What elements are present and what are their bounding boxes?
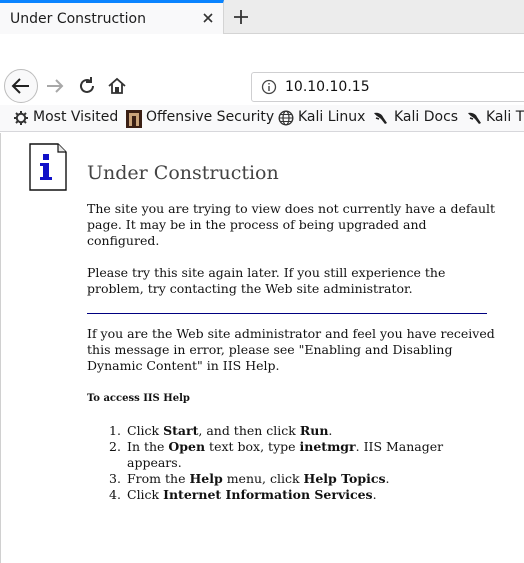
forward-button[interactable]: [44, 75, 66, 97]
step-text: From the: [127, 471, 190, 486]
back-button[interactable]: [4, 69, 38, 103]
kali-dragon-icon: [374, 112, 387, 124]
bookmark-label: Kali Docs: [394, 109, 459, 125]
step-number: 3.: [109, 471, 121, 486]
retry-paragraph: Please try this site again later. If you…: [87, 265, 446, 296]
list-item: 4. Click Internet Information Services.: [87, 487, 497, 503]
list-item: 3. From the Help menu, click Help Topics…: [87, 471, 497, 487]
reload-icon[interactable]: [76, 75, 98, 97]
step-emphasis: inetmgr: [299, 439, 356, 454]
admin-paragraph: If you are the Web site administrator an…: [87, 326, 495, 373]
step-text: Click: [127, 423, 164, 438]
intro-paragraph: The site you are trying to view does not…: [87, 201, 496, 248]
step-text: .: [328, 423, 333, 438]
offsec-icon: [126, 110, 142, 128]
info-icon[interactable]: [261, 79, 277, 95]
step-emphasis: Run: [299, 423, 329, 438]
url-text[interactable]: 10.10.10.15: [285, 79, 370, 95]
url-bar[interactable]: 10.10.10.15: [251, 72, 524, 102]
bookmarks-toolbar: Most Visited Offensive Security Kali Lin…: [0, 105, 524, 132]
page-viewport: Under Construction The site you are tryi…: [0, 133, 524, 563]
step-emphasis: Open: [168, 439, 206, 454]
step-number: 4.: [109, 487, 121, 502]
list-item: 2. In the Open text box, type inetmgr. I…: [87, 439, 497, 471]
bookmark-label: Most Visited: [33, 109, 119, 125]
step-number: 1.: [109, 423, 121, 438]
bookmark-label: Kali Linux: [298, 109, 366, 125]
step-text: .: [385, 471, 390, 486]
step-text: text box, type: [205, 439, 300, 454]
bookmark-label: Kali T: [486, 109, 524, 125]
home-icon[interactable]: [106, 75, 128, 97]
step-emphasis: Start: [163, 423, 199, 438]
step-text: , and then click: [198, 423, 300, 438]
gear-icon: [14, 111, 28, 125]
step-emphasis: Help: [189, 471, 223, 486]
step-text: In the: [127, 439, 169, 454]
list-item: 1. Click Start, and then click Run.: [87, 423, 497, 439]
step-text: Click: [127, 487, 164, 502]
page-title: Under Construction: [87, 162, 279, 184]
info-icon: [29, 143, 67, 191]
arrow-left-icon: [11, 78, 29, 94]
globe-icon: [278, 110, 294, 126]
step-text: menu, click: [222, 471, 304, 486]
bookmark-label: Offensive Security: [146, 109, 275, 125]
help-heading: To access IIS Help: [87, 393, 190, 404]
help-steps-list: 1. Click Start, and then click Run. 2. I…: [87, 423, 497, 503]
step-number: 2.: [109, 439, 121, 454]
divider: [87, 313, 487, 314]
navigation-toolbar: 10.10.10.15: [0, 0, 524, 105]
step-emphasis: Internet Information Services: [163, 487, 373, 502]
step-emphasis: Help Topics: [303, 471, 386, 486]
step-text: .: [372, 487, 377, 502]
kali-dragon-icon: [468, 112, 481, 124]
